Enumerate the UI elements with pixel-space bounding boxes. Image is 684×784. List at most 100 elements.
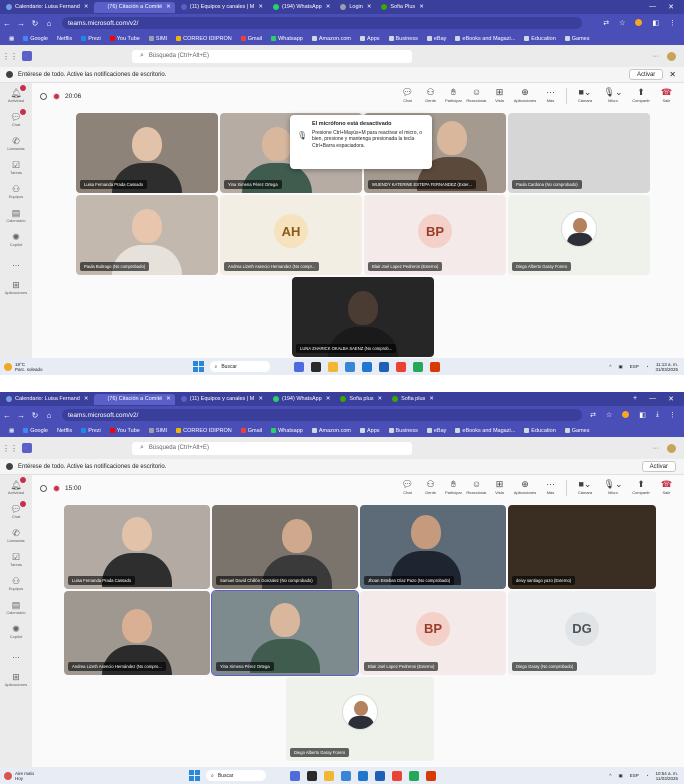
apps-button[interactable]: ⊕ Aplicaciones — [511, 86, 539, 103]
close-icon[interactable]: ✕ — [668, 395, 674, 403]
wifi-icon[interactable]: ◔ — [646, 773, 649, 778]
participant-tile[interactable]: Luisa Fernanda Prada Cassado — [64, 505, 210, 589]
tray-app-icon[interactable]: ▣ — [618, 773, 622, 779]
leave-button[interactable]: ☎ Salir — [655, 478, 678, 495]
bookmark[interactable]: Amazon.com — [311, 428, 351, 434]
bookmark[interactable]: SIMI — [148, 36, 167, 42]
translate-icon[interactable]: ⇄ — [603, 19, 609, 27]
share-button[interactable]: ⬆ Compartir — [627, 86, 655, 103]
close-icon[interactable]: ✕ — [166, 396, 171, 402]
translate-icon[interactable]: ⇄ — [590, 411, 596, 419]
taskbar-search[interactable]: ⌕ Buscar — [209, 361, 270, 372]
close-icon[interactable]: ✕ — [367, 4, 372, 10]
close-icon[interactable]: ✕ — [84, 396, 89, 402]
search-input[interactable]: ⌕ Búsqueda (Ctrl+Alt+E) — [132, 49, 412, 63]
bookmark-folder[interactable]: Games — [564, 428, 590, 434]
bookmark[interactable]: Gmail — [240, 36, 262, 42]
bookmark[interactable]: You Tube — [109, 36, 140, 42]
participant-tile[interactable]: Luisa Fernanda Prada Cassado — [76, 113, 218, 193]
taskbar-app-icon[interactable] — [307, 770, 318, 781]
taskbar-app-icon[interactable] — [392, 770, 403, 781]
menu-icon[interactable]: ⋮ — [669, 19, 676, 27]
camera-button[interactable]: ■⌄ Cámara — [571, 86, 599, 103]
taskbar-app-icon[interactable] — [429, 361, 440, 372]
rail-calendar[interactable]: ▤ Calendario — [0, 203, 32, 227]
forward-icon[interactable]: → — [14, 411, 28, 420]
taskbar-app-icon[interactable] — [327, 361, 338, 372]
reload-icon[interactable]: ↻ — [28, 19, 42, 28]
browser-tab[interactable]: (11) Equipos y canales | M ✕ — [177, 394, 267, 405]
app-launcher-icon[interactable]: ⋮⋮ — [0, 52, 20, 61]
home-icon[interactable]: ⌂ — [42, 19, 56, 28]
rail-teams[interactable]: ⚇ Equipos — [0, 179, 32, 203]
clock[interactable]: 11:13 a. m. 31/03/2025 — [655, 362, 678, 372]
browser-tab[interactable]: Sofia plus ✕ — [388, 394, 438, 405]
extensions-icon[interactable]: ◧ — [639, 411, 646, 419]
apps-icon[interactable]: ▦ — [9, 36, 14, 42]
star-icon[interactable]: ☆ — [619, 19, 625, 27]
close-icon[interactable]: ✕ — [84, 4, 89, 10]
chat-button[interactable]: 💬︎ Chat — [396, 478, 419, 495]
new-tab-icon[interactable]: + — [633, 395, 637, 403]
start-button[interactable] — [192, 361, 204, 372]
participant-tile[interactable]: deivy santiago yazo (Externo) — [508, 505, 656, 589]
people-button[interactable]: ⚇ Gente — [419, 478, 442, 495]
search-input[interactable]: ⌕ Búsqueda (Ctrl+Alt+E) — [132, 441, 412, 455]
raise-hand-button[interactable]: ✋︎ Participar — [442, 86, 465, 103]
more-button[interactable]: ··· Más — [539, 86, 562, 103]
participant-tile[interactable]: Paula Cardona (No comprobado) — [508, 113, 650, 193]
taskbar-app-icon[interactable] — [341, 770, 352, 781]
close-icon[interactable]: ✕ — [258, 396, 263, 402]
bookmark-folder[interactable]: eBooks and Magazi... — [455, 36, 515, 42]
weather-widget[interactable]: Aire malo Hoy — [4, 771, 34, 781]
extensions-icon[interactable]: ◧ — [652, 19, 659, 27]
taskbar-app-icon[interactable] — [361, 361, 372, 372]
participant-tile[interactable]: Paula Buitrago (No comprobado) — [76, 195, 218, 275]
bookmark-folder[interactable]: eBay — [426, 428, 446, 434]
bookmark-folder[interactable]: Business — [388, 428, 418, 434]
back-icon[interactable]: ← — [0, 411, 14, 420]
activate-button[interactable]: Activar — [628, 69, 664, 80]
participant-tile[interactable]: Samuel David Chillón Gonzalez (No compro… — [212, 505, 358, 589]
close-icon[interactable]: ✕ — [429, 396, 434, 402]
taskbar-app-icon[interactable] — [358, 770, 369, 781]
lang-indicator[interactable]: ESP — [630, 364, 639, 369]
react-button[interactable]: ☺ Reaccionar — [465, 478, 488, 495]
lang-indicator[interactable]: ESP — [630, 773, 639, 778]
bookmark[interactable]: CORREO IDIPRON — [176, 36, 232, 42]
participant-tile[interactable]: Yina Ximena Pérez Ortega — [211, 590, 359, 676]
share-button[interactable]: ⬆ Compartir — [627, 478, 655, 495]
rail-calls[interactable]: ✆ Llamadas — [0, 523, 32, 547]
rail-chat[interactable]: 💬︎ Chat — [0, 499, 32, 523]
leave-button[interactable]: ☎ Salir — [655, 86, 678, 103]
participant-tile[interactable]: LUNA ZHARICK OKALBA SAENZ (No comprob... — [292, 277, 434, 357]
bookmark-folder[interactable]: Business — [388, 36, 418, 42]
reload-icon[interactable]: ↻ — [28, 411, 42, 420]
bookmark-folder[interactable]: eBay — [426, 36, 446, 42]
taskbar-search[interactable]: ⌕ Buscar — [206, 770, 267, 781]
start-button[interactable] — [189, 770, 201, 781]
clock[interactable]: 10:54 a. m. 11/03/2025 — [655, 771, 678, 781]
bookmark[interactable]: Google — [23, 428, 48, 434]
app-launcher-icon[interactable]: ⋮⋮ — [0, 444, 20, 453]
bookmark[interactable]: Google — [23, 36, 48, 42]
browser-tab[interactable]: (11) Equipos y canales | M ✕ — [177, 2, 267, 13]
activate-button[interactable]: Activar — [641, 461, 676, 472]
rail-apps[interactable]: ⊞ Aplicaciones — [0, 275, 32, 299]
bookmark[interactable]: Whatsapp — [271, 428, 303, 434]
bookmark[interactable]: Gmail — [240, 428, 262, 434]
avatar[interactable] — [667, 51, 676, 61]
rail-tasks[interactable]: ☑ Tareas — [0, 155, 32, 179]
participant-tile[interactable]: Diego Alberto Garay Forero — [286, 677, 434, 761]
home-icon[interactable]: ⌂ — [42, 411, 56, 420]
taskbar-app-icon[interactable] — [293, 361, 304, 372]
bookmark[interactable]: Netflix — [57, 428, 72, 434]
taskbar-app-icon[interactable] — [395, 361, 406, 372]
taskbar-app-icon[interactable] — [426, 770, 437, 781]
rail-more[interactable]: ... — [0, 251, 32, 275]
rail-copilot[interactable]: ✺ Copilot — [0, 227, 32, 251]
taskbar-app-icon[interactable] — [409, 770, 420, 781]
browser-tab[interactable]: Sofia plus ✕ — [336, 394, 386, 405]
participant-tile[interactable]: AH Andrea Lizeth Asencio Hernandez (No c… — [220, 195, 362, 275]
bookmark-folder[interactable]: Apps — [359, 428, 380, 434]
